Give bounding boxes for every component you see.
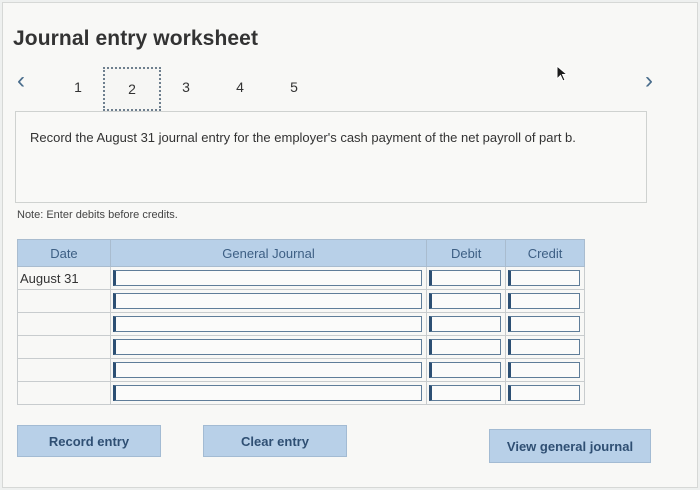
account-input[interactable] — [112, 316, 423, 332]
credit-input[interactable] — [508, 316, 580, 332]
header-general-journal: General Journal — [109, 239, 428, 267]
table-row — [17, 358, 585, 382]
table-row — [17, 312, 585, 336]
tab-1[interactable]: 1 — [49, 67, 107, 107]
mouse-cursor-icon — [556, 65, 569, 82]
date-cell — [17, 381, 111, 405]
credit-input[interactable] — [508, 293, 580, 309]
credit-input[interactable] — [508, 270, 580, 286]
account-input[interactable] — [112, 270, 423, 286]
debit-input[interactable] — [429, 270, 502, 286]
tab-3[interactable]: 3 — [157, 67, 215, 107]
tab-4[interactable]: 4 — [211, 67, 269, 107]
header-date: Date — [17, 239, 111, 267]
table-row — [17, 381, 585, 405]
instruction-text: Record the August 31 journal entry for t… — [30, 130, 576, 145]
account-input[interactable] — [112, 385, 423, 401]
header-credit: Credit — [505, 239, 585, 267]
tab-5[interactable]: 5 — [265, 67, 323, 107]
debit-input[interactable] — [429, 385, 502, 401]
account-input[interactable] — [112, 339, 423, 355]
credit-input[interactable] — [508, 385, 580, 401]
view-general-journal-button[interactable]: View general journal — [489, 429, 651, 463]
debit-input[interactable] — [429, 362, 502, 378]
journal-table: Date General Journal Debit Credit August… — [17, 239, 585, 405]
header-debit: Debit — [426, 239, 507, 267]
date-cell — [17, 289, 111, 313]
date-cell: August 31 — [17, 266, 111, 290]
debit-input[interactable] — [429, 316, 502, 332]
page-title: Journal entry worksheet — [13, 27, 259, 50]
instruction-panel: Record the August 31 journal entry for t… — [15, 111, 647, 203]
chevron-right-icon[interactable]: › — [645, 69, 653, 93]
debit-input[interactable] — [429, 293, 502, 309]
journal-entry-worksheet: Journal entry worksheet ‹ 1 2 3 4 5 › Re… — [2, 2, 698, 488]
date-cell — [17, 335, 111, 359]
debit-input[interactable] — [429, 339, 502, 355]
credit-input[interactable] — [508, 362, 580, 378]
clear-entry-button[interactable]: Clear entry — [203, 425, 347, 457]
record-entry-button[interactable]: Record entry — [17, 425, 161, 457]
date-cell — [17, 358, 111, 382]
tab-2[interactable]: 2 — [103, 67, 161, 111]
date-cell — [17, 312, 111, 336]
table-row — [17, 335, 585, 359]
account-input[interactable] — [112, 293, 423, 309]
table-row — [17, 289, 585, 313]
chevron-left-icon[interactable]: ‹ — [17, 69, 25, 93]
account-input[interactable] — [112, 362, 423, 378]
table-row: August 31 — [17, 266, 585, 290]
note-text: Note: Enter debits before credits. — [17, 209, 178, 221]
credit-input[interactable] — [508, 339, 580, 355]
